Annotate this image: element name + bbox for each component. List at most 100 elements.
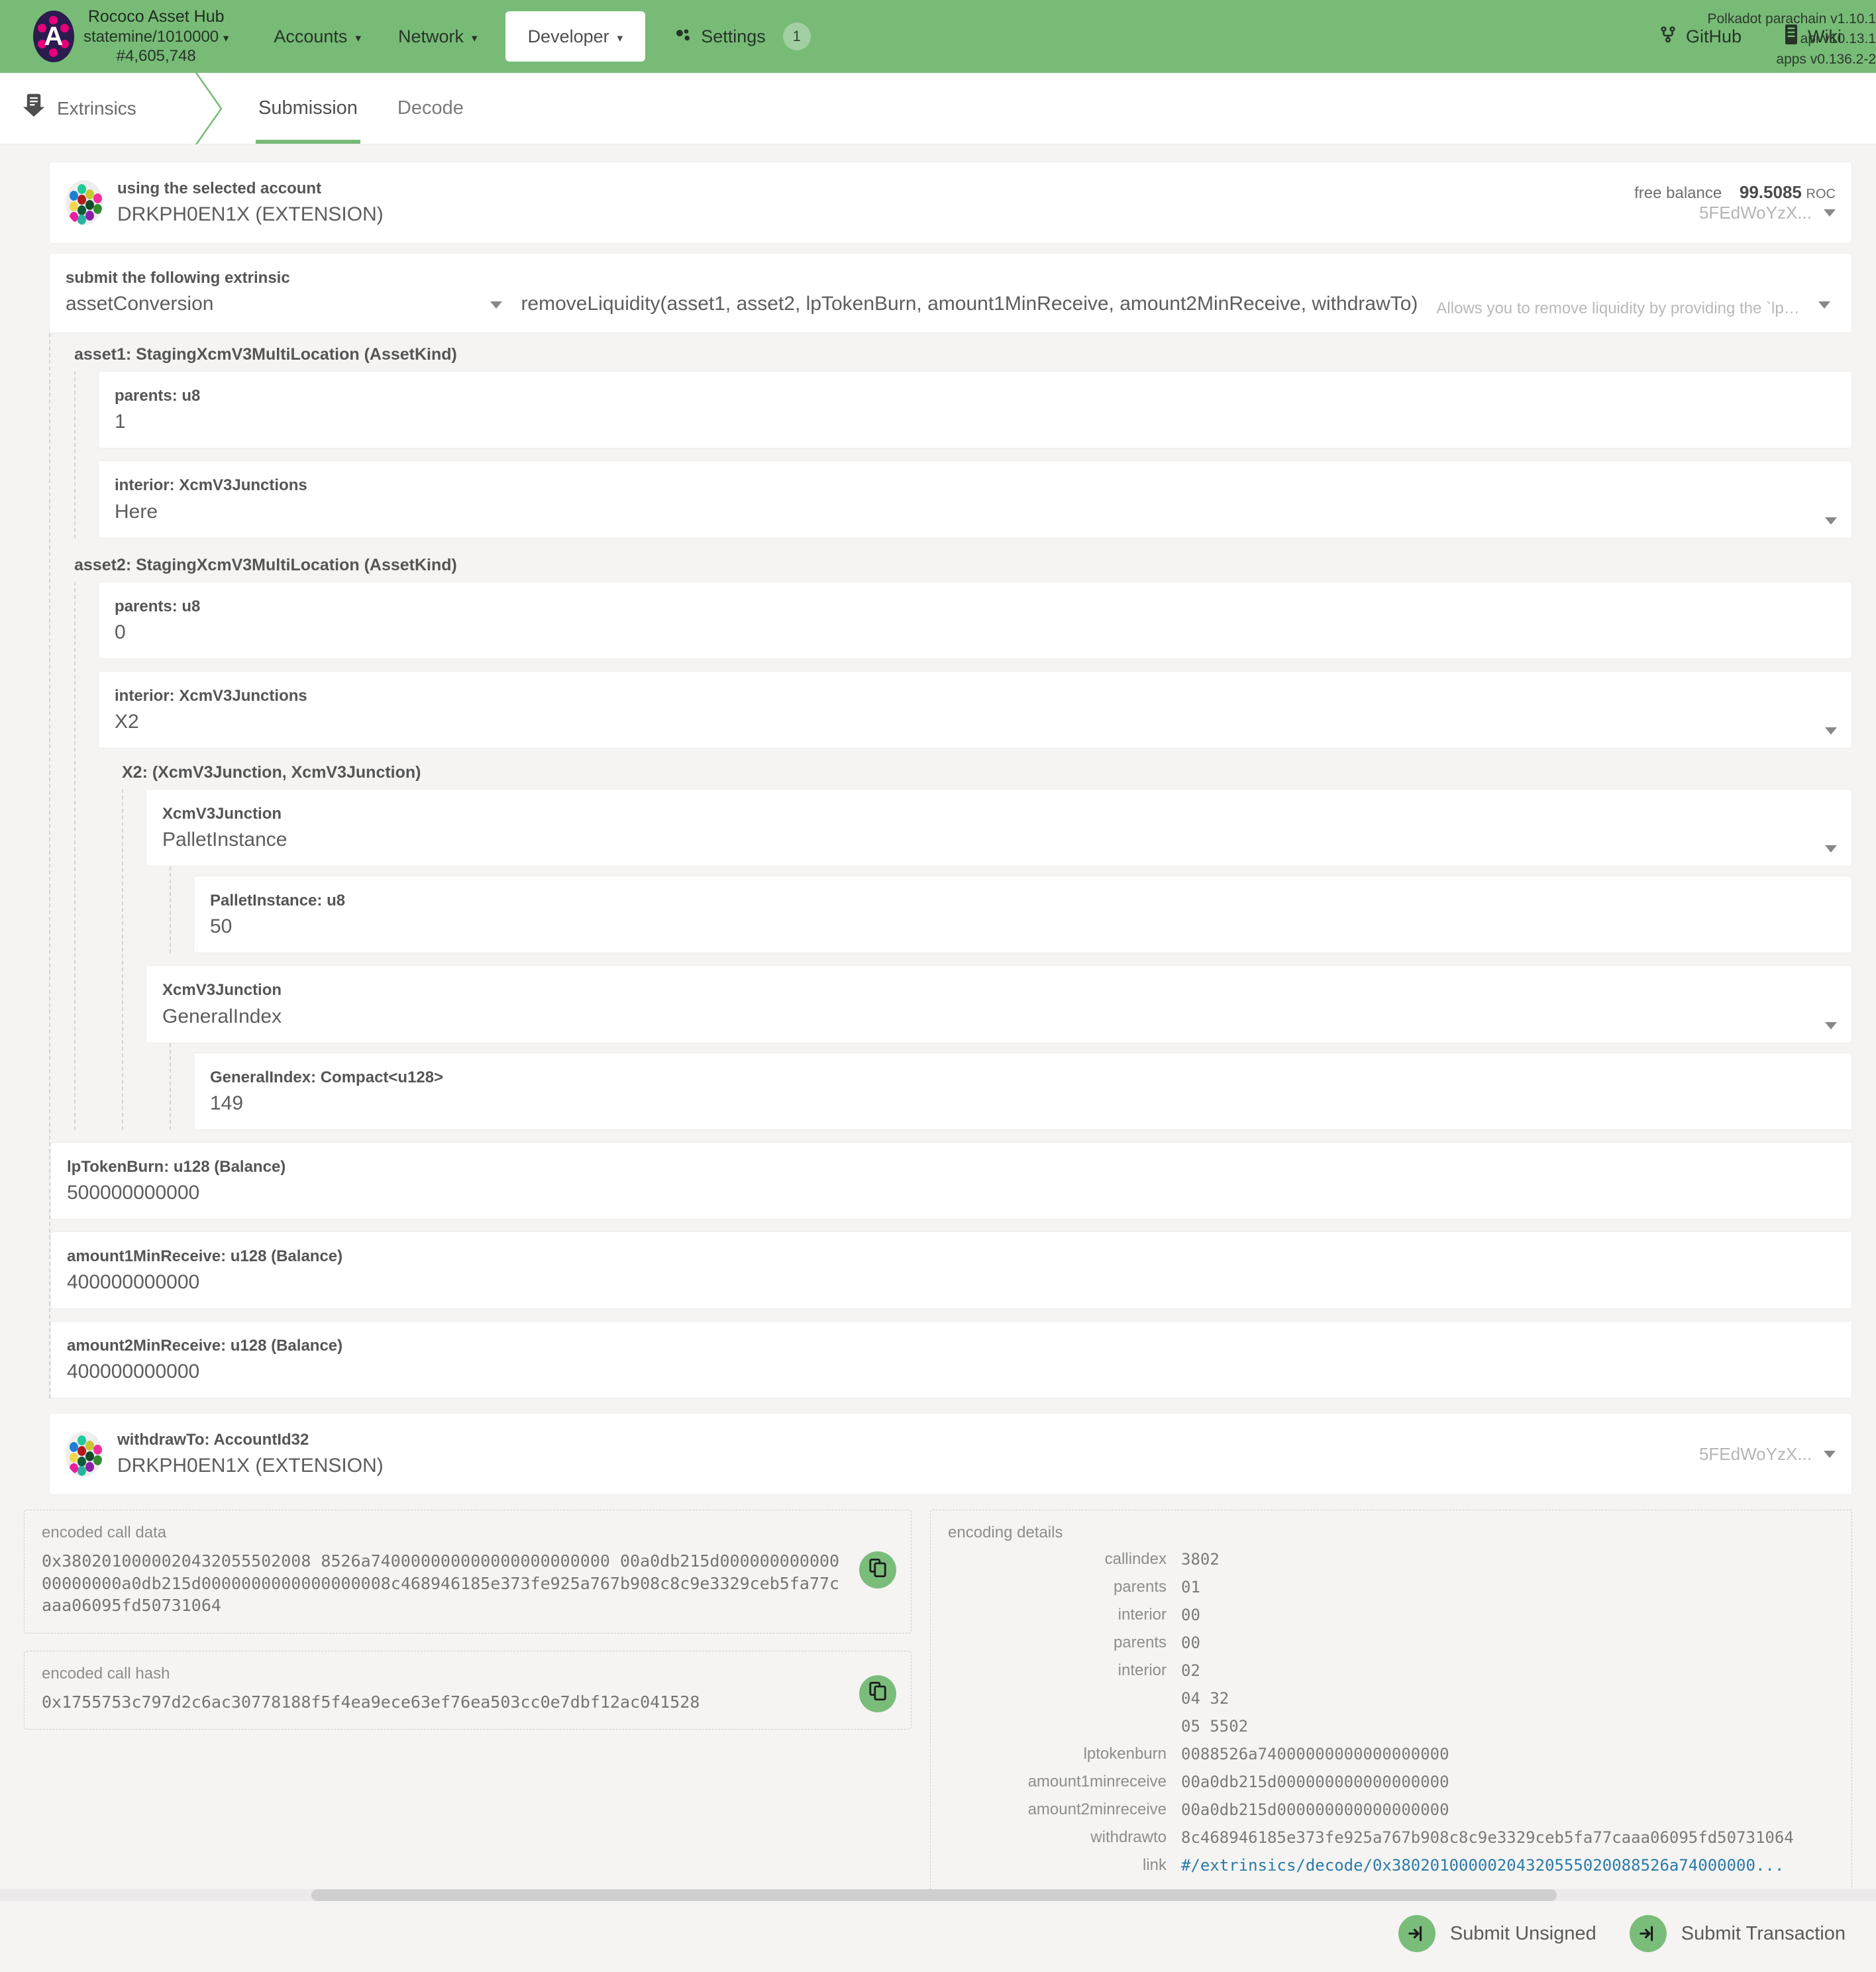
tab-decode-label: Decode	[397, 97, 464, 119]
chevron-down-icon[interactable]: ▾	[223, 32, 229, 44]
withdraw-to-label: withdrawTo: AccountId32	[117, 1428, 384, 1452]
nav-item-network[interactable]: Network ▾	[380, 0, 496, 73]
version-api: api v10.13.1	[1707, 29, 1876, 49]
chevron-down-icon	[1825, 517, 1837, 525]
withdraw-to-value: DRKPH0EN1X (EXTENSION)	[117, 1452, 384, 1480]
gear-icon	[673, 26, 693, 46]
breadcrumb-label: Extrinsics	[57, 98, 136, 119]
encoding-panels: encoded call data 0x38020100000204320555…	[24, 1495, 1852, 1891]
account-address-dropdown[interactable]: 5FEdWoYzX...	[1634, 203, 1836, 223]
version-node: Polkadot parachain v1.10.1	[1707, 9, 1876, 29]
asset2-parents-value[interactable]: 0	[115, 619, 1836, 647]
pallet-value: assetConversion	[66, 290, 494, 318]
withdraw-to-address-dropdown[interactable]: 5FEdWoYzX...	[1699, 1444, 1836, 1465]
withdraw-to-address-short: 5FEdWoYzX...	[1699, 1444, 1812, 1465]
encoding-detail-key: interior	[948, 1606, 1167, 1624]
nav-item-settings[interactable]: Settings 1	[654, 0, 829, 73]
encoded-call-hash-panel: encoded call hash 0x1755753c797d2c6ac307…	[24, 1651, 912, 1730]
pallet-select[interactable]: submit the following extrinsic assetConv…	[66, 266, 521, 318]
extrinsic-label: submit the following extrinsic	[66, 266, 494, 290]
pallet-instance-value[interactable]: 50	[210, 913, 1836, 941]
horizontal-scrollbar[interactable]	[0, 1889, 1876, 1901]
nav-label-settings: Settings	[701, 26, 766, 47]
nav-label-developer: Developer	[528, 26, 609, 47]
nav-item-accounts[interactable]: Accounts ▾	[255, 0, 380, 73]
chevron-down-icon	[1824, 1451, 1836, 1458]
withdraw-to-row[interactable]: withdrawTo: AccountId32 DRKPH0EN1X (EXTE…	[49, 1413, 1852, 1495]
asset2-heading: asset2: StagingXcmV3MultiLocation (Asset…	[50, 539, 1852, 582]
encoding-detail-key: amount1minreceive	[948, 1773, 1167, 1791]
junction1-value: PalletInstance	[162, 826, 1836, 854]
asset2-parents-label: parents: u8	[115, 594, 1836, 619]
amount1-min-receive-value[interactable]: 400000000000	[67, 1269, 1836, 1296]
tab-list: Submission Decode	[238, 73, 484, 144]
x2-body: XcmV3Junction PalletInstance PalletInsta…	[122, 789, 1852, 1130]
brand[interactable]: A Rococo Asset Hub statemine/1010000 ▾ #…	[33, 7, 229, 66]
nav-item-developer[interactable]: Developer ▾	[505, 11, 646, 62]
amount2-min-receive-label: amount2MinReceive: u128 (Balance)	[67, 1333, 1836, 1358]
asset1-parents-label: parents: u8	[115, 384, 1836, 408]
sign-in-icon	[1630, 1915, 1667, 1952]
amount2-min-receive-field[interactable]: amount2MinReceive: u128 (Balance) 400000…	[50, 1321, 1852, 1398]
chain-spec[interactable]: statemine/1010000 ▾	[83, 27, 229, 46]
asset2-parents-field[interactable]: parents: u8 0	[98, 582, 1852, 659]
asset2-interior-field[interactable]: interior: XcmV3Junctions X2	[98, 671, 1852, 749]
method-doc-hint: Allows you to remove liquidity by provid…	[1436, 299, 1805, 318]
general-index-field[interactable]: GeneralIndex: Compact<u128> 149	[193, 1053, 1852, 1130]
general-index-value[interactable]: 149	[210, 1090, 1836, 1117]
chevron-down-icon: ▾	[355, 32, 361, 44]
copy-call-hash-button[interactable]	[859, 1675, 896, 1712]
pallet-instance-field[interactable]: PalletInstance: u8 50	[193, 876, 1852, 953]
pallet-instance-label: PalletInstance: u8	[210, 888, 1836, 913]
encoded-call-data-panel: encoded call data 0x38020100000204320555…	[24, 1510, 912, 1634]
junction2-inner: GeneralIndex: Compact<u128> 149	[170, 1043, 1852, 1130]
breadcrumb: Extrinsics	[0, 93, 199, 123]
chevron-down-icon	[1825, 1022, 1837, 1029]
github-icon	[1659, 25, 1677, 49]
asset1-parents-value[interactable]: 1	[115, 408, 1836, 436]
account-address-short: 5FEdWoYzX...	[1699, 203, 1812, 223]
submit-unsigned-button[interactable]: Submit Unsigned	[1398, 1915, 1596, 1952]
junction1-field[interactable]: XcmV3Junction PalletInstance	[146, 789, 1852, 866]
encoding-detail-value: 00	[1181, 1634, 1834, 1652]
chevron-down-icon: ▾	[472, 32, 478, 44]
chain-info[interactable]: Rococo Asset Hub statemine/1010000 ▾ #4,…	[83, 7, 229, 66]
encoding-details-panel: encoding details callindex3802parents01i…	[930, 1510, 1852, 1891]
avatar	[66, 180, 103, 225]
amount2-min-receive-value[interactable]: 400000000000	[67, 1358, 1836, 1386]
encoding-detail-value: 02	[1181, 1661, 1834, 1680]
junction1-inner: PalletInstance: u8 50	[170, 866, 1852, 953]
copy-call-data-button[interactable]	[859, 1551, 896, 1588]
tab-decode[interactable]: Decode	[378, 73, 484, 144]
encoding-detail-value: 8c468946185e373fe925a767b908c8c9e3329ceb…	[1181, 1828, 1834, 1847]
settings-badge: 1	[783, 23, 811, 50]
asset1-interior-field[interactable]: interior: XcmV3Junctions Here	[98, 460, 1852, 538]
encoding-detail-key: parents	[948, 1578, 1167, 1596]
asset2-interior-value: X2	[115, 708, 1836, 736]
scrollbar-thumb[interactable]	[311, 1889, 1557, 1901]
tab-submission[interactable]: Submission	[238, 73, 378, 144]
nav-label-accounts: Accounts	[274, 26, 347, 47]
junction2-field[interactable]: XcmV3Junction GeneralIndex	[146, 965, 1852, 1043]
selected-account-row[interactable]: using the selected account DRKPH0EN1X (E…	[49, 162, 1852, 244]
chevron-down-icon	[1825, 845, 1837, 853]
encoded-call-data-label: encoded call data	[42, 1524, 894, 1542]
amount1-min-receive-field[interactable]: amount1MinReceive: u128 (Balance) 400000…	[50, 1231, 1852, 1309]
junction2-value: GeneralIndex	[162, 1003, 1836, 1031]
lp-token-burn-value[interactable]: 500000000000	[67, 1179, 1836, 1207]
method-value[interactable]: removeLiquidity(asset1, asset2, lpTokenB…	[521, 290, 1418, 318]
sign-in-icon	[1398, 1915, 1435, 1952]
encoded-call-hash-label: encoded call hash	[42, 1665, 894, 1683]
x2-heading: X2: (XcmV3Junction, XcmV3Junction)	[98, 749, 1852, 789]
version-info: Polkadot parachain v1.10.1 api v10.13.1 …	[1707, 9, 1876, 70]
encoding-details-label: encoding details	[948, 1524, 1834, 1542]
junction2-label: XcmV3Junction	[162, 978, 1836, 1002]
logo-letter: A	[33, 11, 74, 62]
asset1-parents-field[interactable]: parents: u8 1	[98, 371, 1852, 448]
lp-token-burn-field[interactable]: lpTokenBurn: u128 (Balance) 500000000000	[50, 1142, 1852, 1220]
encoding-detail-value: 3802	[1181, 1550, 1834, 1569]
encoding-detail-value: 00a0db215d000000000000000000	[1181, 1800, 1834, 1819]
encoding-detail-link-value[interactable]: #/extrinsics/decode/0x380201000002043205…	[1181, 1856, 1834, 1875]
encoding-detail-key	[948, 1717, 1167, 1736]
submit-transaction-button[interactable]: Submit Transaction	[1630, 1915, 1846, 1952]
